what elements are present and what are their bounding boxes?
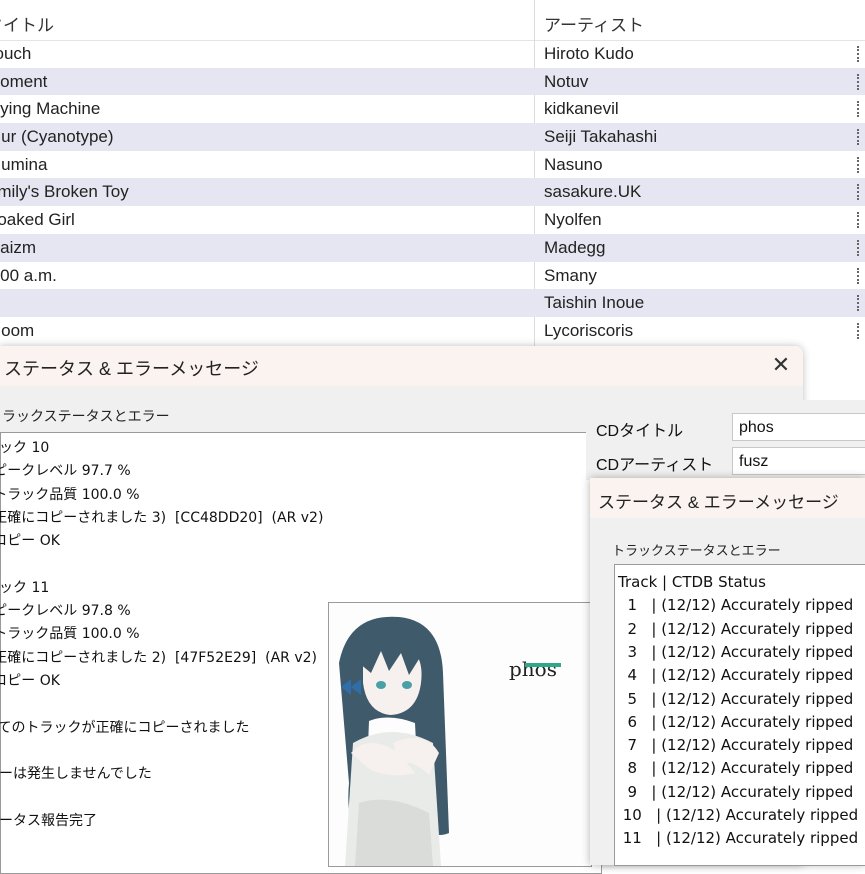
cd-info-panel: CDタイトル phos CDアーティスト fusz <box>586 400 865 480</box>
track-list-table: タイトル アーティスト Touch Hiroto Kudo Moment Notuv F… <box>0 0 865 346</box>
table-row[interactable]: Blur (Cyanotype) Seiji Takahashi <box>0 123 865 151</box>
row-edge-marker <box>857 129 861 146</box>
status-line: 7 | (12/12) Accurately ripped <box>618 736 854 755</box>
close-icon[interactable]: ✕ <box>766 350 796 380</box>
track-title-cell: Bloom <box>0 320 35 340</box>
row-edge-marker <box>857 184 861 201</box>
row-edge-marker <box>857 295 861 312</box>
log-line: ピークレベル 97.8 % <box>0 603 131 620</box>
cover-art-illustration <box>339 616 449 866</box>
log-line: トラック 11 <box>0 579 50 596</box>
status-line: 4 | (12/12) Accurately ripped <box>618 666 854 685</box>
track-artist-cell: Hiroto Kudo <box>544 44 634 63</box>
log-line: トラック 10 <box>0 440 50 456</box>
cd-title-label: CDタイトル <box>596 423 684 440</box>
table-row[interactable]: Soaked Girl Nyolfen <box>0 206 865 234</box>
track-title-cell: 4:00 a.m. <box>0 265 57 285</box>
column-header-title[interactable]: タイトル <box>0 11 54 36</box>
track-artist-cell: Lycoriscoris <box>544 320 634 340</box>
table-row[interactable]: Moment Notuv <box>0 67 865 96</box>
row-edge-marker <box>857 101 861 118</box>
dialog-titlebar[interactable]: ステータス & エラーメッセージ <box>590 478 865 518</box>
cd-artist-field[interactable]: fusz <box>732 447 865 475</box>
table-row[interactable]: Taishin Inoue <box>0 289 865 317</box>
row-edge-marker <box>857 156 861 173</box>
log-line: トラック品質 100.0 % <box>0 486 140 503</box>
row-edge-marker <box>857 46 861 62</box>
track-artist-cell: sasakure.UK <box>544 182 642 202</box>
status-line: 8 | (12/12) Accurately ripped <box>618 759 854 778</box>
status-error-dialog-ctdb: ステータス & エラーメッセージ トラックステータスとエラー Track | C… <box>590 478 865 866</box>
dialog-titlebar[interactable]: ステータス & エラーメッセージ ✕ <box>0 346 803 386</box>
track-artist-cell: Smany <box>544 265 597 285</box>
dialog-title: ステータス & エラーメッセージ <box>598 493 839 512</box>
track-title-cell: Blur (Cyanotype) <box>0 127 114 147</box>
status-header-line: Track | CTDB Status <box>618 573 766 591</box>
track-list-rows: Touch Hiroto Kudo Moment Notuv Flying Machin… <box>0 40 865 345</box>
status-line: 5 | (12/12) Accurately ripped <box>618 689 854 708</box>
table-row[interactable]: Maizm Madegg <box>0 233 865 262</box>
ctdb-status-textbox[interactable]: Track | CTDB Status 1 | (12/12) Accurate… <box>614 564 865 866</box>
table-row[interactable]: Touch Hiroto Kudo <box>0 40 865 68</box>
group-label: トラックステータスとエラー <box>612 543 781 558</box>
status-line: 11 | (12/12) Accurately ripped <box>618 829 859 848</box>
group-label: トラックステータスとエラー <box>0 408 170 424</box>
table-row[interactable]: Emily's Broken Toy sasakure.UK <box>0 178 865 207</box>
log-line: エラーは発生しませんでした <box>0 766 152 783</box>
track-artist-cell: Madegg <box>544 237 606 257</box>
track-artist-cell: Nyolfen <box>544 210 602 230</box>
cd-artist-label: CDアーティスト <box>596 457 714 474</box>
track-title-cell: Soaked Girl <box>0 210 75 230</box>
log-line: トラック品質 100.0 % <box>0 626 140 643</box>
row-edge-marker <box>857 239 861 256</box>
table-row[interactable]: 4:00 a.m. Smany <box>0 262 865 290</box>
log-line: ピークレベル 97.7 % <box>0 463 131 480</box>
cd-title-field[interactable]: phos <box>732 413 865 441</box>
track-title-cell: Moment <box>0 71 48 91</box>
dialog-title: ステータス & エラーメッセージ <box>4 359 259 379</box>
row-edge-marker <box>857 73 861 90</box>
track-artist-cell: Taishin Inoue <box>544 293 645 313</box>
table-row[interactable]: Flying Machine kidkanevil <box>0 95 865 123</box>
log-line: 正確にコピーされました 3) [CC48DD20] (AR v2) <box>0 509 324 526</box>
track-title-cell: Alumina <box>0 154 48 174</box>
track-artist-cell: Notuv <box>544 71 589 91</box>
column-header-artist[interactable]: アーティスト <box>544 11 644 36</box>
status-line: 1 | (12/12) Accurately ripped <box>618 596 854 615</box>
track-title-cell: Emily's Broken Toy <box>0 182 129 202</box>
row-edge-marker <box>857 322 861 339</box>
cover-logo-text: phos <box>509 657 557 681</box>
status-line: 6 | (12/12) Accurately ripped <box>618 712 854 731</box>
log-line: コピー OK <box>0 533 60 550</box>
log-line: すべてのトラックが正確にコピーされました <box>0 719 250 736</box>
track-title-cell: Touch <box>0 44 32 63</box>
table-row[interactable]: Bloom Lycoriscoris <box>0 317 865 345</box>
cover-art-window[interactable]: phos <box>328 602 592 867</box>
cover-logo-accent <box>525 663 561 667</box>
status-line: 10 | (12/12) Accurately ripped <box>618 806 859 824</box>
track-title-cell: Flying Machine <box>0 99 101 119</box>
row-edge-marker <box>857 212 861 229</box>
status-line: 9 | (12/12) Accurately ripped <box>618 782 854 801</box>
log-line: 正確にコピーされました 2) [47F52E29] (AR v2) <box>0 649 318 666</box>
track-artist-cell: kidkanevil <box>544 99 619 119</box>
status-line: 2 | (12/12) Accurately ripped <box>618 619 854 638</box>
table-row[interactable]: Alumina Nasuno <box>0 151 865 179</box>
log-line: ステータス報告完了 <box>0 812 97 829</box>
row-edge-marker <box>857 267 861 284</box>
status-line: 3 | (12/12) Accurately ripped <box>618 642 854 661</box>
track-list-header: タイトル アーティスト <box>0 0 865 41</box>
track-title-cell: Maizm <box>0 237 37 257</box>
track-artist-cell: Seiji Takahashi <box>544 127 658 147</box>
log-line: コピー OK <box>0 673 60 689</box>
track-artist-cell: Nasuno <box>544 154 603 174</box>
